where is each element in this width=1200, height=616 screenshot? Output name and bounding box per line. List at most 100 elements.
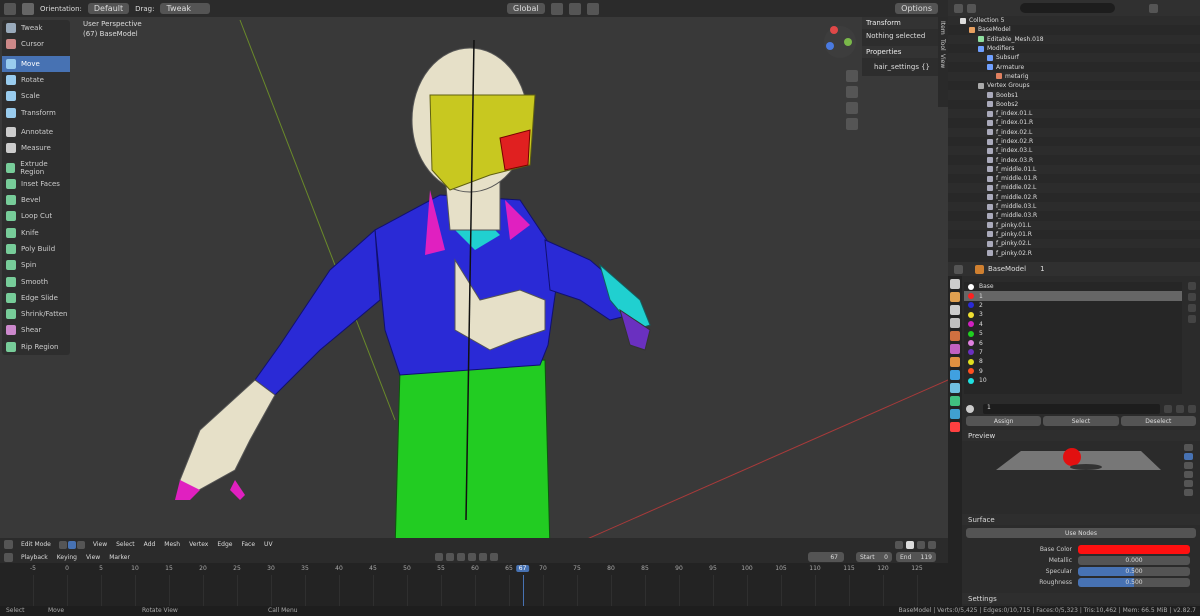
outliner-row[interactable]: Vertex Groups bbox=[948, 81, 1200, 90]
tool-rotate[interactable]: Rotate bbox=[2, 72, 70, 88]
tool-cursor[interactable]: Cursor bbox=[2, 36, 70, 52]
material-slot[interactable]: 2 bbox=[964, 301, 1182, 310]
pan-hand-icon[interactable] bbox=[846, 86, 858, 98]
tool-measure[interactable]: Measure bbox=[2, 140, 70, 156]
move-down-icon[interactable] bbox=[1188, 315, 1196, 323]
material-slot[interactable]: 4 bbox=[964, 320, 1182, 329]
transform-panel-header[interactable]: Transform bbox=[862, 17, 938, 29]
move-up-icon[interactable] bbox=[1188, 304, 1196, 312]
use-nodes-button[interactable]: Use Nodes bbox=[966, 528, 1196, 538]
menu-select[interactable]: Select bbox=[116, 541, 135, 548]
tool-scale[interactable]: Scale bbox=[2, 88, 70, 104]
grid-icon[interactable] bbox=[846, 118, 858, 130]
rendered-shading-icon[interactable] bbox=[928, 540, 936, 549]
tool-spin[interactable]: Spin bbox=[2, 257, 70, 273]
tool-shear[interactable]: Shear bbox=[2, 322, 70, 338]
tool-move[interactable]: Move bbox=[2, 55, 70, 72]
viewport-scene[interactable] bbox=[0, 0, 948, 551]
tool-extrude-region[interactable]: Extrude Region bbox=[2, 159, 70, 176]
navigation-gizmo[interactable] bbox=[820, 22, 860, 62]
preview-panel-header[interactable]: Preview bbox=[962, 430, 1200, 441]
preview-world-icon[interactable] bbox=[1184, 489, 1193, 496]
menu-mesh[interactable]: Mesh bbox=[164, 541, 180, 548]
outliner-row[interactable]: BaseModel bbox=[948, 25, 1200, 34]
tool-settings-icon[interactable] bbox=[4, 2, 16, 15]
tool-annotate[interactable]: Annotate bbox=[2, 124, 70, 140]
deselect-button[interactable]: Deselect bbox=[1120, 416, 1196, 426]
tool-bevel[interactable]: Bevel bbox=[2, 192, 70, 208]
wireframe-shading-icon[interactable] bbox=[895, 540, 903, 549]
proportional-edit-icon[interactable] bbox=[586, 2, 599, 15]
material-sphere-icon[interactable] bbox=[966, 405, 974, 413]
preview-flat-icon[interactable] bbox=[1184, 444, 1193, 451]
properties-type-icon[interactable] bbox=[954, 264, 963, 274]
outliner-row[interactable]: Boobs1 bbox=[948, 90, 1200, 100]
properties-tab-5-icon[interactable] bbox=[950, 344, 960, 354]
display-mode-icon[interactable] bbox=[967, 3, 976, 13]
tool-loop-cut[interactable]: Loop Cut bbox=[2, 208, 70, 224]
outliner-row[interactable]: f_middle.02.L bbox=[948, 183, 1200, 193]
hair-settings-value[interactable]: {} bbox=[921, 63, 930, 71]
new-material-icon[interactable] bbox=[1176, 405, 1184, 413]
outliner-row[interactable]: f_middle.02.R bbox=[948, 193, 1200, 202]
outliner-row[interactable]: Subsurf bbox=[948, 53, 1200, 63]
material-slot[interactable]: 3 bbox=[964, 310, 1182, 319]
assign-button[interactable]: Assign bbox=[966, 416, 1042, 426]
drag-dropdown[interactable]: Tweak bbox=[160, 3, 211, 14]
solid-shading-icon[interactable] bbox=[906, 540, 914, 549]
properties-tab-10-icon[interactable] bbox=[950, 409, 960, 419]
editor-type-icon[interactable] bbox=[4, 540, 13, 549]
menu-edge[interactable]: Edge bbox=[217, 541, 232, 548]
transform-orientation-dropdown[interactable]: Global bbox=[507, 3, 545, 14]
filter-icon[interactable] bbox=[1149, 3, 1158, 13]
outliner-row[interactable]: f_index.01.L bbox=[948, 108, 1200, 119]
tool-rip-region[interactable]: Rip Region bbox=[2, 339, 70, 355]
orientation-dropdown[interactable]: Default bbox=[87, 3, 130, 14]
outliner-row[interactable]: f_middle.03.R bbox=[948, 211, 1200, 220]
menu-vertex[interactable]: Vertex bbox=[189, 541, 208, 548]
snap-icon[interactable] bbox=[568, 2, 581, 15]
tab-tool[interactable]: Tool bbox=[939, 39, 946, 51]
timeline-scrubber[interactable]: -5 0 5 10 15 20 25 30 35 40 45 50 55 60 65 67 70 75 80 85 90… bbox=[0, 551, 948, 611]
move-tool-icon[interactable] bbox=[22, 2, 34, 15]
preview-sphere-icon[interactable] bbox=[1184, 453, 1193, 460]
mode-dropdown[interactable]: Edit Mode bbox=[21, 541, 51, 548]
properties-tab-1-icon[interactable] bbox=[950, 292, 960, 302]
tab-view[interactable]: View bbox=[939, 54, 946, 68]
outliner-row[interactable]: f_index.02.L bbox=[948, 127, 1200, 137]
outliner-row[interactable]: f_pinky.02.L bbox=[948, 239, 1200, 249]
pivot-icon[interactable] bbox=[550, 2, 563, 15]
tool-poly-build[interactable]: Poly Build bbox=[2, 241, 70, 257]
outliner-row[interactable]: f_middle.01.L bbox=[948, 164, 1200, 175]
material-shading-icon[interactable] bbox=[917, 540, 925, 549]
outliner-row[interactable]: metarig bbox=[948, 71, 1200, 82]
material-slot[interactable]: 6 bbox=[964, 338, 1182, 347]
material-name-field[interactable]: 1 bbox=[983, 404, 1160, 414]
face-select-icon[interactable] bbox=[76, 540, 85, 549]
outliner-row[interactable]: f_index.03.R bbox=[948, 155, 1200, 164]
preview-monkey-icon[interactable] bbox=[1184, 471, 1193, 478]
material-slot-list[interactable]: Base 1 2 3 4 5 6 7 8 9 10 bbox=[964, 282, 1182, 394]
outliner-row[interactable]: f_middle.03.L bbox=[948, 201, 1200, 212]
tool-inset-faces[interactable]: Inset Faces bbox=[2, 176, 70, 192]
roughness-slider[interactable]: 0.500 bbox=[1078, 578, 1190, 587]
outliner-row[interactable]: f_pinky.01.L bbox=[948, 220, 1200, 230]
outliner-type-icon[interactable] bbox=[954, 3, 963, 13]
tool-tweak[interactable]: Tweak bbox=[2, 20, 70, 36]
outliner-row[interactable]: f_middle.01.R bbox=[948, 174, 1200, 183]
outliner-row[interactable]: Editable_Mesh.018 bbox=[948, 34, 1200, 44]
base-color-swatch[interactable] bbox=[1078, 545, 1190, 554]
tool-transform[interactable]: Transform bbox=[2, 104, 70, 120]
properties-tab-2-icon[interactable] bbox=[950, 305, 960, 315]
preview-hair-icon[interactable] bbox=[1184, 480, 1193, 487]
outliner-row[interactable]: Armature bbox=[948, 62, 1200, 71]
properties-tab-0-icon[interactable] bbox=[950, 279, 960, 289]
properties-tab-7-icon[interactable] bbox=[950, 370, 960, 380]
remove-slot-icon[interactable] bbox=[1188, 293, 1196, 301]
outliner-search-input[interactable] bbox=[1020, 3, 1115, 13]
metallic-slider[interactable]: 0.000 bbox=[1078, 556, 1190, 565]
edge-select-icon[interactable] bbox=[67, 540, 76, 549]
preview-cube-icon[interactable] bbox=[1184, 462, 1193, 469]
surface-panel-header[interactable]: Surface bbox=[962, 514, 1200, 525]
select-button[interactable]: Select bbox=[1043, 416, 1119, 426]
